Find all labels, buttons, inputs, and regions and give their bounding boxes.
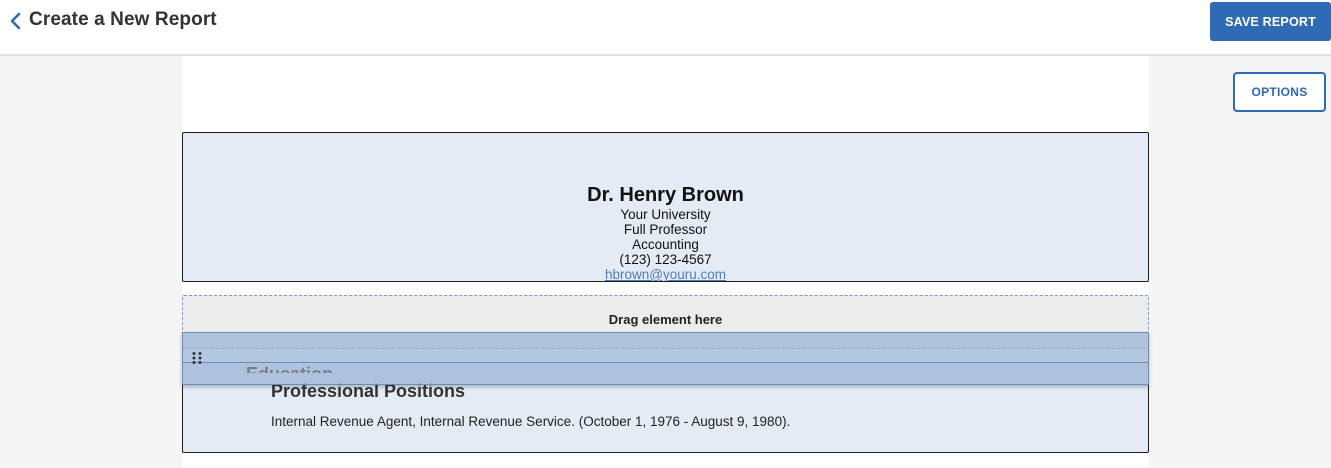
section-entry: Internal Revenue Agent, Internal Revenue… xyxy=(271,414,791,429)
top-bar: Create a New Report SAVE REPORT xyxy=(0,0,1331,56)
report-header-block[interactable]: Dr. Henry Brown Your University Full Pro… xyxy=(182,132,1149,282)
dragging-section-education[interactable]: Education xyxy=(182,332,1149,385)
drop-zone-label: Drag element here xyxy=(608,312,723,327)
email-link[interactable]: hbrown@youru.com xyxy=(183,267,1148,281)
drag-handle-icon[interactable] xyxy=(191,351,203,365)
phone-number: (123) 123-4567 xyxy=(619,252,712,267)
institution: Your University xyxy=(620,207,711,222)
person-name: Dr. Henry Brown xyxy=(587,184,744,206)
department: Accounting xyxy=(632,237,699,252)
options-button[interactable]: OPTIONS xyxy=(1233,72,1326,112)
position-title: Full Professor xyxy=(623,222,708,237)
dragging-section-title: Education xyxy=(246,363,333,373)
save-report-button[interactable]: SAVE REPORT xyxy=(1210,2,1331,41)
page-title: Create a New Report xyxy=(29,9,217,30)
back-chevron-icon[interactable] xyxy=(6,11,24,31)
